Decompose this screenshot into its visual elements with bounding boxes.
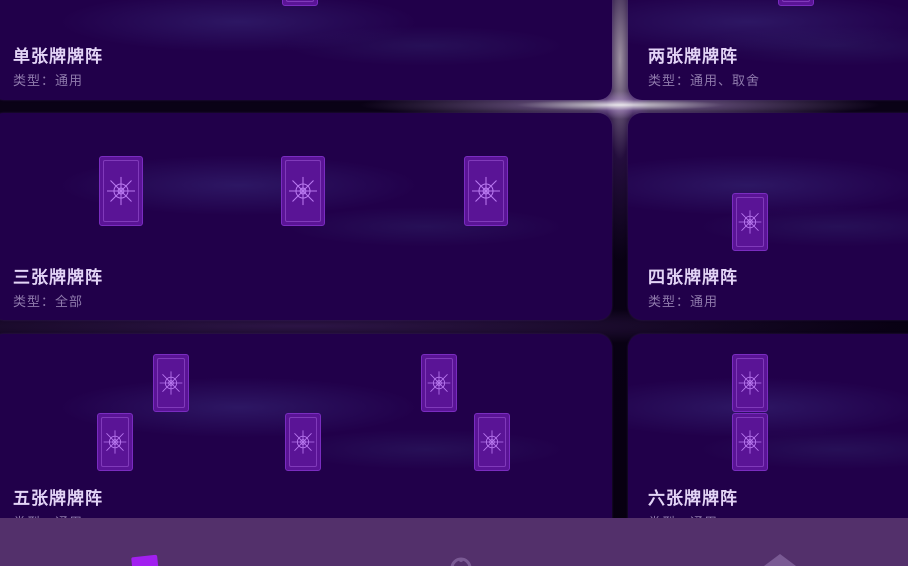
spread-card-six[interactable]: 六张牌牌阵 类型：通用 [628,334,908,544]
bottom-navigation-bar [0,518,908,566]
tarot-emblem-icon [427,371,451,395]
tarot-emblem-icon [480,430,504,454]
spread-card-three[interactable]: 三张牌牌阵 类型：全部 [0,113,612,320]
spread-title: 三张牌牌阵 [13,268,103,288]
spread-title: 两张牌牌阵 [648,47,738,67]
spread-type: 类型：通用 [648,295,719,310]
spread-card-five[interactable]: 五张牌牌阵 类型：通用 [0,334,612,544]
diamond-icon[interactable] [762,554,798,566]
tarot-emblem-icon [103,430,127,454]
tarot-emblem-icon [738,210,762,234]
spread-type: 类型：通用 [13,74,84,89]
tarot-emblem-icon [472,176,500,206]
tarot-emblem-icon [291,430,315,454]
tarot-emblem-icon [738,430,762,454]
tarot-emblem-icon [159,371,183,395]
tarot-card-back [464,156,508,226]
tarot-card-back [99,156,143,226]
spread-title: 单张牌牌阵 [13,47,103,67]
spread-type: 类型：通用、取舍 [648,74,761,89]
spread-card-single[interactable]: 单张牌牌阵 类型：通用 [0,0,612,100]
tarot-card-back [97,413,133,471]
tarot-card-back [778,0,814,6]
tarot-card-back [285,413,321,471]
tarot-card-back [732,413,768,471]
tarot-card-back [732,354,768,412]
spread-card-two[interactable]: 两张牌牌阵 类型：通用、取舍 [628,0,908,100]
tarot-card-back [153,354,189,412]
tarot-card-back [732,193,768,251]
spread-title: 六张牌牌阵 [648,489,738,509]
tarot-card-back [281,156,325,226]
tarot-card-back [474,413,510,471]
spread-card-four[interactable]: 四张牌牌阵 类型：通用 [628,113,908,320]
spread-type: 类型：全部 [13,295,84,310]
spread-title: 四张牌牌阵 [648,268,738,288]
tarot-card-back [421,354,457,412]
tarot-emblem-icon [107,176,135,206]
spread-title: 五张牌牌阵 [13,489,103,509]
tarot-emblem-icon [738,371,762,395]
tarot-emblem-icon [289,176,317,206]
tarot-card-back [282,0,318,6]
crystal-ball-icon[interactable] [443,554,479,566]
spread-list-screen: 单张牌牌阵 类型：通用 两张牌牌阵 类型：通用、取舍 三张牌牌阵 类型：全部 四… [0,0,908,566]
cards-icon[interactable] [128,554,164,566]
